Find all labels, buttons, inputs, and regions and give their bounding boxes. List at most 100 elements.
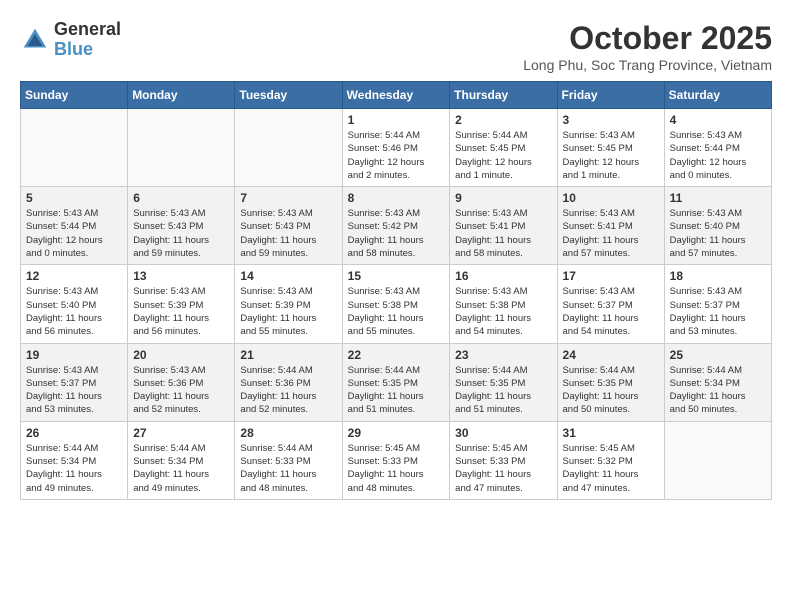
day-info: Sunrise: 5:44 AM Sunset: 5:34 PM Dayligh… [133, 442, 229, 495]
day-number: 4 [670, 113, 766, 127]
day-info: Sunrise: 5:43 AM Sunset: 5:40 PM Dayligh… [670, 207, 766, 260]
calendar-cell: 8Sunrise: 5:43 AM Sunset: 5:42 PM Daylig… [342, 187, 450, 265]
calendar-cell: 1 Sunrise: 5:44 AM Sunset: 5:46 PM Daylig… [342, 109, 450, 187]
weekday-header-wednesday: Wednesday [342, 82, 450, 109]
calendar-cell [235, 109, 342, 187]
day-number: 28 [240, 426, 336, 440]
calendar-cell: 14 Sunrise: 5:43 AM Sunset: 5:39 PM Dayli… [235, 265, 342, 343]
day-number: 22 [348, 348, 445, 362]
day-number: 23 [455, 348, 551, 362]
calendar-cell: 27 Sunrise: 5:44 AM Sunset: 5:34 PM Dayli… [128, 421, 235, 499]
calendar-cell: 12 Sunrise: 5:43 AM Sunset: 5:40 PM Dayli… [21, 265, 128, 343]
day-info: Sunrise: 5:44 AM Sunset: 5:46 PM Dayligh… [348, 129, 445, 182]
day-info: Sunrise: 5:45 AM Sunset: 5:33 PM Dayligh… [348, 442, 445, 495]
calendar-cell: 10 Sunrise: 5:43 AM Sunset: 5:41 PM Dayli… [557, 187, 664, 265]
day-number: 7 [240, 191, 336, 205]
title-block: October 2025 Long Phu, Soc Trang Provinc… [523, 20, 772, 73]
day-info: Sunrise: 5:43 AM Sunset: 5:38 PM Dayligh… [348, 285, 445, 338]
calendar-cell: 2 Sunrise: 5:44 AM Sunset: 5:45 PM Daylig… [450, 109, 557, 187]
day-number: 21 [240, 348, 336, 362]
day-number: 12 [26, 269, 122, 283]
calendar-week-5: 26 Sunrise: 5:44 AM Sunset: 5:34 PM Dayli… [21, 421, 772, 499]
day-number: 14 [240, 269, 336, 283]
day-number: 24 [563, 348, 659, 362]
location-subtitle: Long Phu, Soc Trang Province, Vietnam [523, 57, 772, 73]
day-number: 11 [670, 191, 766, 205]
calendar-cell: 6Sunrise: 5:43 AM Sunset: 5:43 PM Daylig… [128, 187, 235, 265]
day-number: 1 [348, 113, 445, 127]
weekday-header-saturday: Saturday [664, 82, 771, 109]
day-number: 10 [563, 191, 659, 205]
day-number: 16 [455, 269, 551, 283]
calendar-week-3: 12 Sunrise: 5:43 AM Sunset: 5:40 PM Dayli… [21, 265, 772, 343]
day-info: Sunrise: 5:43 AM Sunset: 5:37 PM Dayligh… [563, 285, 659, 338]
day-info: Sunrise: 5:43 AM Sunset: 5:38 PM Dayligh… [455, 285, 551, 338]
day-number: 3 [563, 113, 659, 127]
logo: General Blue [20, 20, 121, 60]
day-info: Sunrise: 5:43 AM Sunset: 5:36 PM Dayligh… [133, 364, 229, 417]
day-number: 2 [455, 113, 551, 127]
day-info: Sunrise: 5:43 AM Sunset: 5:39 PM Dayligh… [133, 285, 229, 338]
calendar-week-1: 1 Sunrise: 5:44 AM Sunset: 5:46 PM Daylig… [21, 109, 772, 187]
calendar-cell: 28 Sunrise: 5:44 AM Sunset: 5:33 PM Dayli… [235, 421, 342, 499]
day-info: Sunrise: 5:44 AM Sunset: 5:36 PM Dayligh… [240, 364, 336, 417]
calendar-cell: 5Sunrise: 5:43 AM Sunset: 5:44 PM Daylig… [21, 187, 128, 265]
calendar-cell: 23 Sunrise: 5:44 AM Sunset: 5:35 PM Dayli… [450, 343, 557, 421]
weekday-header-tuesday: Tuesday [235, 82, 342, 109]
calendar-cell: 25Sunrise: 5:44 AM Sunset: 5:34 PM Dayli… [664, 343, 771, 421]
logo-icon [20, 25, 50, 55]
weekday-header-thursday: Thursday [450, 82, 557, 109]
day-number: 15 [348, 269, 445, 283]
weekday-header-monday: Monday [128, 82, 235, 109]
day-number: 26 [26, 426, 122, 440]
day-info: Sunrise: 5:45 AM Sunset: 5:33 PM Dayligh… [455, 442, 551, 495]
calendar-cell: 16 Sunrise: 5:43 AM Sunset: 5:38 PM Dayli… [450, 265, 557, 343]
day-info: Sunrise: 5:44 AM Sunset: 5:33 PM Dayligh… [240, 442, 336, 495]
calendar-cell: 18 Sunrise: 5:43 AM Sunset: 5:37 PM Dayli… [664, 265, 771, 343]
day-number: 30 [455, 426, 551, 440]
day-info: Sunrise: 5:43 AM Sunset: 5:37 PM Dayligh… [26, 364, 122, 417]
day-number: 8 [348, 191, 445, 205]
day-info: Sunrise: 5:43 AM Sunset: 5:45 PM Dayligh… [563, 129, 659, 182]
calendar-cell: 22 Sunrise: 5:44 AM Sunset: 5:35 PM Dayli… [342, 343, 450, 421]
calendar-cell: 29Sunrise: 5:45 AM Sunset: 5:33 PM Dayli… [342, 421, 450, 499]
weekday-header-row: SundayMondayTuesdayWednesdayThursdayFrid… [21, 82, 772, 109]
day-number: 18 [670, 269, 766, 283]
day-info: Sunrise: 5:44 AM Sunset: 5:45 PM Dayligh… [455, 129, 551, 182]
day-info: Sunrise: 5:43 AM Sunset: 5:43 PM Dayligh… [133, 207, 229, 260]
day-info: Sunrise: 5:44 AM Sunset: 5:35 PM Dayligh… [455, 364, 551, 417]
day-info: Sunrise: 5:44 AM Sunset: 5:35 PM Dayligh… [348, 364, 445, 417]
day-info: Sunrise: 5:44 AM Sunset: 5:34 PM Dayligh… [670, 364, 766, 417]
day-info: Sunrise: 5:45 AM Sunset: 5:32 PM Dayligh… [563, 442, 659, 495]
day-number: 20 [133, 348, 229, 362]
logo-blue: Blue [54, 40, 121, 60]
logo-general: General [54, 20, 121, 40]
day-info: Sunrise: 5:43 AM Sunset: 5:37 PM Dayligh… [670, 285, 766, 338]
calendar-week-2: 5Sunrise: 5:43 AM Sunset: 5:44 PM Daylig… [21, 187, 772, 265]
calendar-cell: 20 Sunrise: 5:43 AM Sunset: 5:36 PM Dayli… [128, 343, 235, 421]
calendar-cell: 17 Sunrise: 5:43 AM Sunset: 5:37 PM Dayli… [557, 265, 664, 343]
day-number: 27 [133, 426, 229, 440]
day-info: Sunrise: 5:43 AM Sunset: 5:39 PM Dayligh… [240, 285, 336, 338]
day-number: 5 [26, 191, 122, 205]
day-number: 19 [26, 348, 122, 362]
calendar-cell: 31Sunrise: 5:45 AM Sunset: 5:32 PM Dayli… [557, 421, 664, 499]
calendar-week-4: 19 Sunrise: 5:43 AM Sunset: 5:37 PM Dayli… [21, 343, 772, 421]
day-info: Sunrise: 5:44 AM Sunset: 5:34 PM Dayligh… [26, 442, 122, 495]
calendar-cell: 4Sunrise: 5:43 AM Sunset: 5:44 PM Daylig… [664, 109, 771, 187]
day-info: Sunrise: 5:43 AM Sunset: 5:41 PM Dayligh… [563, 207, 659, 260]
day-number: 9 [455, 191, 551, 205]
day-number: 17 [563, 269, 659, 283]
day-number: 13 [133, 269, 229, 283]
weekday-header-friday: Friday [557, 82, 664, 109]
day-info: Sunrise: 5:43 AM Sunset: 5:40 PM Dayligh… [26, 285, 122, 338]
weekday-header-sunday: Sunday [21, 82, 128, 109]
calendar-cell [128, 109, 235, 187]
calendar-cell: 21 Sunrise: 5:44 AM Sunset: 5:36 PM Dayli… [235, 343, 342, 421]
page-header: General Blue October 2025 Long Phu, Soc … [20, 20, 772, 73]
calendar-cell: 11 Sunrise: 5:43 AM Sunset: 5:40 PM Dayli… [664, 187, 771, 265]
calendar-cell: 26 Sunrise: 5:44 AM Sunset: 5:34 PM Dayli… [21, 421, 128, 499]
calendar-cell: 9Sunrise: 5:43 AM Sunset: 5:41 PM Daylig… [450, 187, 557, 265]
calendar-cell: 30 Sunrise: 5:45 AM Sunset: 5:33 PM Dayli… [450, 421, 557, 499]
calendar-table: SundayMondayTuesdayWednesdayThursdayFrid… [20, 81, 772, 500]
